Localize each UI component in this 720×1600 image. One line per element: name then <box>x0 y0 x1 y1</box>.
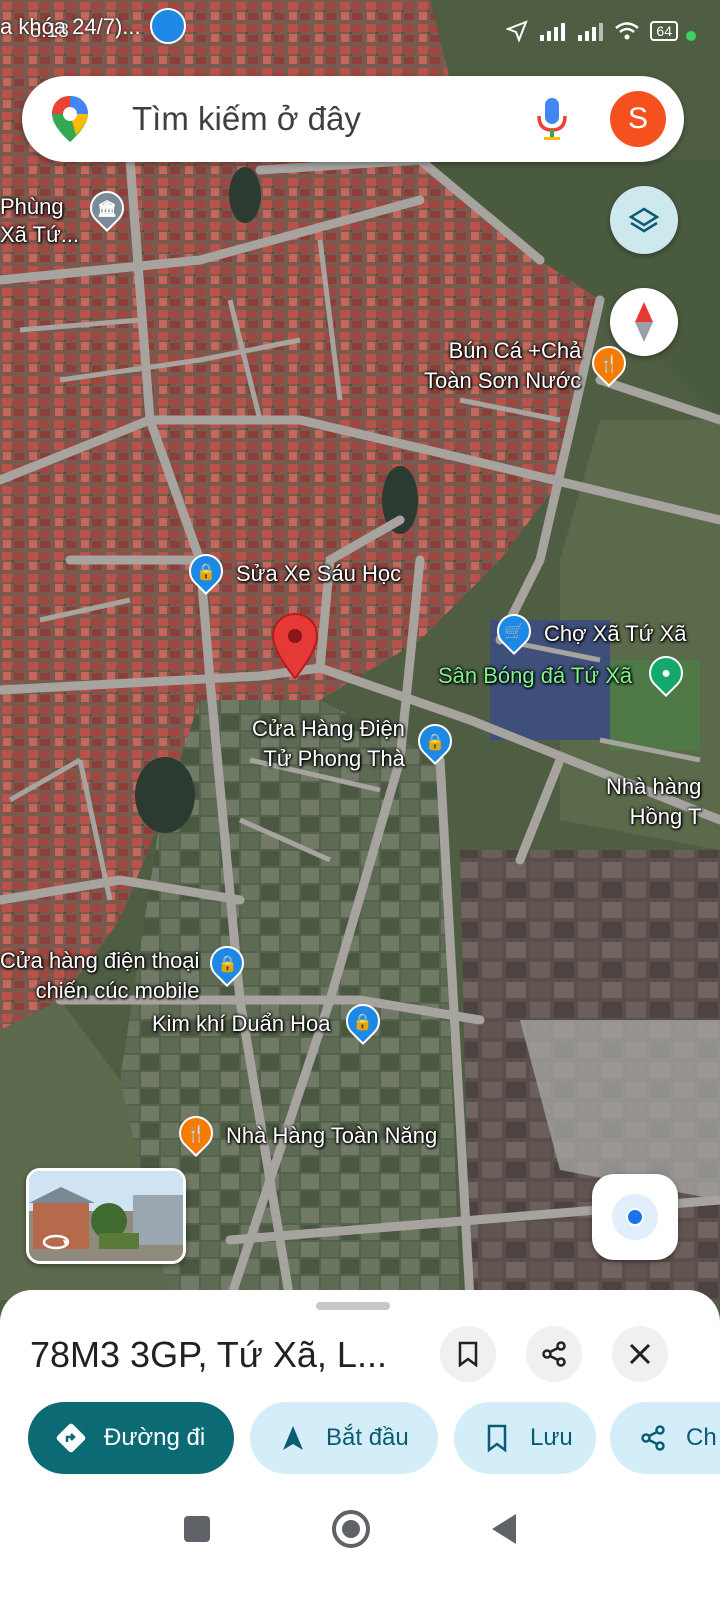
close-icon <box>629 1343 651 1365</box>
street-view-thumbnail[interactable] <box>26 1168 186 1264</box>
bookmark-icon <box>458 1341 478 1367</box>
bookmark-button[interactable] <box>440 1326 496 1382</box>
poi-nha-hang-hong[interactable]: Nhà hàng Hồng T <box>606 772 701 832</box>
save-button[interactable]: Lưu <box>454 1402 596 1474</box>
sheet-drag-handle[interactable] <box>316 1302 390 1310</box>
share-chip-button[interactable]: Ch <box>610 1402 720 1474</box>
my-location-button[interactable] <box>592 1174 678 1260</box>
share-icon <box>641 1425 665 1451</box>
poi-nha-hang-toan-nang[interactable]: 🍴 Nhà Hàng Toàn Năng <box>171 1108 438 1158</box>
status-icons: 64 <box>506 20 678 42</box>
bookmark-icon <box>487 1424 507 1453</box>
park-icon: ● <box>642 648 691 698</box>
layers-button[interactable] <box>610 186 678 254</box>
compass-button[interactable] <box>610 288 678 356</box>
poi-label: Cửa Hàng Điện Tử Phong Thà <box>252 716 405 771</box>
navigation-arrow-icon <box>283 1426 303 1450</box>
mic-icon[interactable] <box>532 96 572 142</box>
wifi-icon <box>615 22 640 40</box>
shopping-bag-icon: 🔒 <box>410 716 459 766</box>
poi-sua-xe[interactable]: 🔒 Sửa Xe Sáu Học <box>181 546 402 596</box>
system-nav-bar <box>0 1490 720 1600</box>
compass-icon <box>635 302 653 342</box>
red-location-marker-icon[interactable] <box>270 612 320 680</box>
recents-icon[interactable] <box>184 1516 210 1542</box>
shopping-bag-icon: 🔒 <box>181 546 231 596</box>
poi-label: Phùng Xã Tứ... <box>0 194 80 247</box>
poi-label: Chợ Xã Tứ Xã <box>544 621 687 646</box>
close-button[interactable] <box>612 1326 668 1382</box>
save-label: Lưu <box>530 1424 573 1451</box>
poi-dien-thoai[interactable]: Cửa hàng điện thoại chiến cúc mobile 🔒 <box>0 938 252 1006</box>
home-icon[interactable] <box>332 1510 370 1548</box>
fork-knife-icon: 🍴 <box>171 1108 221 1158</box>
avatar[interactable]: S <box>610 91 666 147</box>
start-label: Bắt đầu <box>326 1424 409 1451</box>
poi-san-bong[interactable]: Sân Bóng đá Tứ Xã ● <box>438 648 691 698</box>
signal-icon <box>540 23 566 41</box>
maps-logo-icon <box>52 96 88 142</box>
shopping-bag-icon: 🔒 <box>203 938 252 988</box>
status-bar: 8:18 a khóa 24/7)... 64 <box>0 0 720 70</box>
directions-icon <box>56 1423 86 1453</box>
fork-knife-icon: 🍴 <box>585 338 634 388</box>
poi-label: Kim khí Duẩn Hoa <box>152 1011 331 1036</box>
back-icon[interactable] <box>490 1512 518 1546</box>
privacy-indicator-dot <box>686 31 696 41</box>
search-bar[interactable]: Tìm kiếm ở đây S <box>22 76 684 162</box>
poi-label: Nhà hàng Hồng T <box>606 774 702 829</box>
poi-label: Bún Cá +Chả Toàn Sơn Nước <box>424 338 582 393</box>
status-notification-text: a khóa 24/7)... <box>0 14 141 39</box>
poi-label: Cửa hàng điện thoại chiến cúc mobile <box>0 948 200 1003</box>
poi-label: Sân Bóng đá Tứ Xã <box>438 663 633 688</box>
battery-icon: 64 <box>650 21 678 41</box>
poi-cua-hang-dien-tu[interactable]: Cửa Hàng Điện Tử Phong Thà 🔒 <box>252 714 459 774</box>
shopping-bag-icon: 🔒 <box>338 996 387 1046</box>
share-button[interactable] <box>526 1326 582 1382</box>
my-location-icon <box>612 1194 658 1240</box>
poi-kim-khi[interactable]: Kim khí Duẩn Hoa 🔒 <box>152 996 387 1046</box>
poi-label: Sửa Xe Sáu Học <box>236 561 402 586</box>
rotate-360-icon <box>42 1234 70 1250</box>
directions-label: Đường đi <box>104 1424 206 1451</box>
directions-button[interactable]: Đường đi <box>28 1402 234 1474</box>
location-arrow-icon <box>506 20 529 42</box>
layers-icon <box>628 207 660 233</box>
share-label: Ch <box>686 1424 717 1451</box>
poi-phung[interactable]: Phùng Xã Tứ... 🏛 <box>0 183 132 249</box>
place-title: 78M3 3GP, Tứ Xã, L... <box>30 1334 387 1375</box>
poi-cho[interactable]: 🛒 Chợ Xã Tứ Xã <box>489 606 687 656</box>
start-button[interactable]: Bắt đầu <box>250 1402 438 1474</box>
museum-icon: 🏛 <box>83 183 132 233</box>
poi-label: Nhà Hàng Toàn Năng <box>226 1123 438 1148</box>
share-icon <box>542 1341 566 1367</box>
shopping-cart-icon: 🛒 <box>489 606 539 656</box>
lock-bag-icon <box>150 8 186 44</box>
search-input[interactable]: Tìm kiếm ở đây <box>132 100 361 138</box>
signal-2-icon <box>578 23 604 41</box>
poi-bun-ca[interactable]: Bún Cá +Chả Toàn Sơn Nước 🍴 <box>424 336 634 396</box>
